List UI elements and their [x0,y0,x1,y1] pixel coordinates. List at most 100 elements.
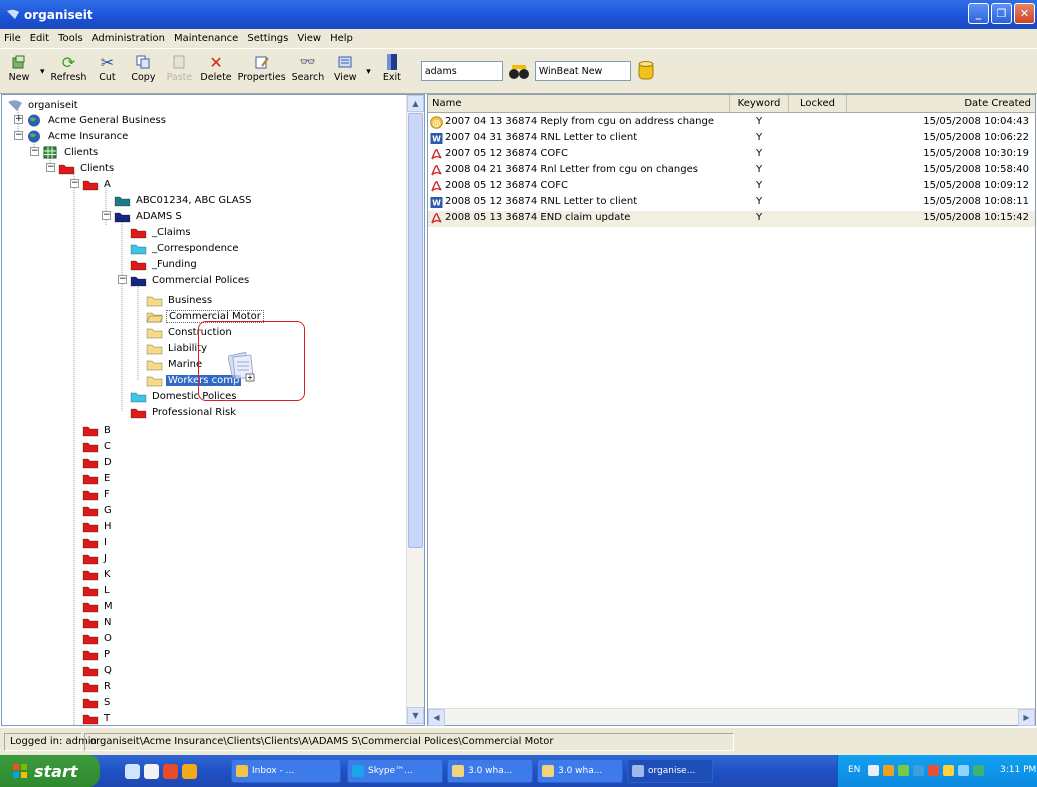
list-row[interactable]: W 2007 04 31 36874 RNL Letter to client Y 1… [428,131,1035,147]
delete-button[interactable]: ✕ Delete [200,49,231,84]
search-input[interactable] [420,61,503,81]
list-row[interactable]: 2008 04 21 36874 Rnl Letter from cgu on … [428,163,1035,179]
tree-expander[interactable]: − [102,211,111,220]
list-horizontal-scrollbar[interactable]: ◀ ▶ [428,708,1035,726]
tree-node-letter-i[interactable]: I [82,534,109,550]
tree-node-letter-o[interactable]: O [82,630,114,646]
properties-button[interactable]: Properties [238,49,286,83]
taskbar-item-folder-2[interactable]: 3.0 wha... [537,759,623,783]
tree-node-correspondence[interactable]: _Correspondence [130,240,241,256]
ie-quicklaunch-icon[interactable] [125,764,140,779]
exit-button[interactable]: Exit [377,49,407,83]
tray-icon-5[interactable] [928,765,939,776]
tree-node-abc-glass[interactable]: ABC01234, ABC GLASS [114,192,253,208]
tree-node-adams-s[interactable]: ADAMS S [114,208,184,224]
tree-node-letter-j[interactable]: J [82,550,109,566]
scroll-up-button[interactable]: ▲ [407,95,424,112]
desktop-quicklaunch-icon[interactable] [144,764,159,779]
tree-node-claims[interactable]: _Claims [130,224,193,240]
scroll-thumb[interactable] [408,113,423,548]
tree-node-letter-p[interactable]: P [82,646,112,662]
tree-node-commercial-polices[interactable]: Commercial Polices [130,272,251,288]
tray-icon-3[interactable] [898,765,909,776]
new-dropdown-arrow[interactable]: ▾ [40,67,45,77]
tree-node-letter-l[interactable]: L [82,582,112,598]
tree-node-letter-t[interactable]: T [82,710,112,725]
menu-file[interactable]: File [4,33,21,44]
tree-node-letter-h[interactable]: H [82,518,114,534]
tree-node-letter-n[interactable]: N [82,614,113,630]
taskbar-item-inbox[interactable]: Inbox - ... [231,759,341,783]
tree-node-business[interactable]: Business [146,292,214,308]
menu-maintenance[interactable]: Maintenance [174,33,238,44]
tree-node-funding[interactable]: _Funding [130,256,199,272]
column-header-keyword[interactable]: Keyword [730,95,789,113]
tree-expander[interactable]: − [118,275,127,284]
menu-administration[interactable]: Administration [92,33,165,44]
copy-button[interactable]: Copy [128,49,158,83]
firefox-quicklaunch-icon[interactable] [163,764,178,779]
view-dropdown-arrow[interactable]: ▾ [366,67,371,77]
tree-node-letter-q[interactable]: Q [82,662,114,678]
tree-expander[interactable]: − [46,163,55,172]
tray-icon-8[interactable] [973,765,984,776]
menu-help[interactable]: Help [330,33,353,44]
menu-edit[interactable]: Edit [30,33,49,44]
minimize-button[interactable]: _ [968,3,989,24]
profile-input[interactable] [534,61,631,81]
tree-node-marine[interactable]: Marine [146,356,204,372]
tree-vertical-scrollbar[interactable]: ▲ ▼ [406,95,424,725]
tree-node-letter-b[interactable]: B [82,422,113,438]
scroll-down-button[interactable]: ▼ [407,707,424,724]
maximize-button[interactable]: ❐ [991,3,1012,24]
taskbar-item-organiseit[interactable]: organise... [627,759,713,783]
list-row[interactable]: @2007 04 13 36874 Reply from cgu on addr… [428,115,1035,131]
view-button[interactable]: View [330,49,360,83]
paste-button[interactable]: Paste [164,49,194,83]
tray-icon-1[interactable] [868,765,879,776]
find-binoculars-icon[interactable] [507,61,531,83]
tree-node-letter-d[interactable]: D [82,454,114,470]
tree-root-organiseit[interactable]: organiseit [6,97,80,113]
taskbar-item-skype[interactable]: Skype™... [347,759,443,783]
tree-node-letter-r[interactable]: R [82,678,113,694]
database-icon[interactable] [635,59,657,83]
close-button[interactable]: ✕ [1014,3,1035,24]
tray-icon-4[interactable] [913,765,924,776]
list-row[interactable]: 2008 05 13 36874 END claim update Y 15/05/… [428,211,1035,227]
tree-node-clients-group[interactable]: Clients [42,144,100,160]
tree-node-clients[interactable]: Clients [58,160,116,176]
tray-icon-6[interactable] [943,765,954,776]
cut-button[interactable]: ✂ Cut [92,49,122,84]
tree-node-a[interactable]: A [82,176,113,192]
start-button[interactable]: start [0,755,100,787]
column-header-name[interactable]: Name [428,95,730,113]
tree-node-acme-insurance[interactable]: Acme Insurance [26,128,130,144]
tree-expander[interactable]: − [14,131,23,140]
column-header-date-created[interactable]: Date Created [847,95,1035,113]
language-indicator[interactable]: EN [848,765,860,775]
scroll-right-button[interactable]: ▶ [1018,709,1035,726]
taskbar-item-folder-1[interactable]: 3.0 wha... [447,759,533,783]
list-row[interactable]: W 2008 05 12 36874 RNL Letter to client Y 1… [428,195,1035,211]
list-row[interactable]: 2008 05 12 36874 COFC Y 15/05/2008 10:09:1… [428,179,1035,195]
media-quicklaunch-icon[interactable] [182,764,197,779]
tree-node-letter-k[interactable]: K [82,566,113,582]
menu-view[interactable]: View [297,33,321,44]
tray-icon-2[interactable] [883,765,894,776]
tree-node-letter-f[interactable]: F [82,486,112,502]
column-header-locked[interactable]: Locked [789,95,847,113]
menu-settings[interactable]: Settings [247,33,288,44]
tree-expander[interactable]: − [30,147,39,156]
tree-expander[interactable]: + [14,115,23,124]
refresh-button[interactable]: ⟳ Refresh [51,49,87,84]
scroll-left-button[interactable]: ◀ [428,709,445,726]
tree-node-letter-c[interactable]: C [82,438,113,454]
tray-icon-7[interactable] [958,765,969,776]
menu-tools[interactable]: Tools [58,33,83,44]
tree-node-acme-general-business[interactable]: Acme General Business [26,112,168,128]
tree-node-letter-m[interactable]: M [82,598,115,614]
search-button[interactable]: 👓 Search [292,49,325,84]
tree-node-letter-e[interactable]: E [82,470,112,486]
new-button[interactable]: New [4,49,34,83]
